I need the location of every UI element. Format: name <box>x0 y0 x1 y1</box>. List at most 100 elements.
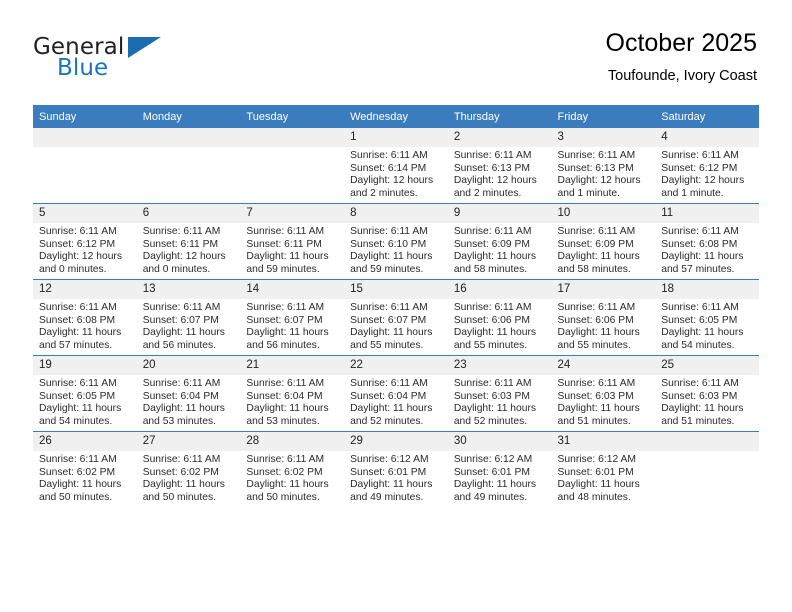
day-number: 14 <box>240 280 345 299</box>
day-number: 18 <box>655 280 759 299</box>
calendar-grid: Sunday Monday Tuesday Wednesday Thursday… <box>33 105 759 507</box>
daylight-text-line1: Daylight: 12 hours <box>350 175 434 187</box>
general-blue-logo[interactable]: General Blue <box>33 34 243 88</box>
calendar-day-cell[interactable]: 23 Sunrise: 6:11 AM Sunset: 6:03 PM Dayligh… <box>447 355 552 432</box>
weekday-header-thursday: Thursday <box>447 105 552 128</box>
daylight-text-line1: Daylight: 11 hours <box>557 327 640 339</box>
calendar-day-cell[interactable]: 13 Sunrise: 6:11 AM Sunset: 6:07 PM Dayligh… <box>136 279 241 356</box>
calendar-day-cell-empty <box>136 128 241 204</box>
calendar-day-cell[interactable]: 2 Sunrise: 6:11 AM Sunset: 6:13 PM Daylight… <box>447 128 552 204</box>
calendar-day-cell[interactable]: 20 Sunrise: 6:11 AM Sunset: 6:04 PM Dayligh… <box>136 355 241 432</box>
calendar-day-cell[interactable]: 19 Sunrise: 6:11 AM Sunset: 6:05 PM Dayligh… <box>33 355 137 432</box>
calendar-day-cell[interactable]: 9 Sunrise: 6:11 AM Sunset: 6:09 PM Daylight… <box>447 203 552 280</box>
calendar-day-cell[interactable]: 26 Sunrise: 6:11 AM Sunset: 6:02 PM Dayligh… <box>33 431 137 507</box>
sunrise-text: Sunrise: 6:11 AM <box>246 226 325 237</box>
calendar-day-cell[interactable]: 12 Sunrise: 6:11 AM Sunset: 6:08 PM Dayligh… <box>33 279 137 356</box>
weekday-header-friday: Friday <box>551 105 656 128</box>
calendar-day-cell[interactable]: 18 Sunrise: 6:11 AM Sunset: 6:05 PM Dayligh… <box>655 279 759 356</box>
calendar-body: 1 Sunrise: 6:11 AM Sunset: 6:14 PM Daylight… <box>33 128 759 507</box>
calendar-day-cell[interactable]: 16 Sunrise: 6:11 AM Sunset: 6:06 PM Dayligh… <box>447 279 552 356</box>
daylight-text-line2: and 59 minutes. <box>350 263 424 275</box>
sunrise-text: Sunrise: 6:11 AM <box>661 302 739 313</box>
daylight-text-line2: and 51 minutes. <box>557 415 631 427</box>
sunset-text: Sunset: 6:01 PM <box>350 466 427 478</box>
day-number: 22 <box>344 356 448 375</box>
daylight-text-line2: and 1 minute. <box>557 187 620 199</box>
day-number <box>240 128 345 147</box>
daylight-text-line2: and 56 minutes. <box>246 339 320 351</box>
calendar-day-cell[interactable]: 1 Sunrise: 6:11 AM Sunset: 6:14 PM Daylight… <box>344 128 448 204</box>
day-info: Sunrise: 6:11 AM Sunset: 6:03 PM Daylight:… <box>448 375 552 428</box>
calendar-day-cell[interactable]: 10 Sunrise: 6:11 AM Sunset: 6:09 PM Dayligh… <box>551 203 656 280</box>
sunset-text: Sunset: 6:03 PM <box>557 390 634 402</box>
sunset-text: Sunset: 6:12 PM <box>661 162 738 174</box>
day-number: 13 <box>136 280 241 299</box>
daylight-text-line1: Daylight: 11 hours <box>350 327 433 339</box>
day-info: Sunrise: 6:11 AM Sunset: 6:04 PM Daylight:… <box>344 375 448 428</box>
daylight-text-line2: and 49 minutes. <box>350 491 424 503</box>
day-info: Sunrise: 6:11 AM Sunset: 6:08 PM Daylight:… <box>655 223 759 276</box>
sunset-text: Sunset: 6:06 PM <box>557 314 634 326</box>
calendar-day-cell[interactable]: 27 Sunrise: 6:11 AM Sunset: 6:02 PM Dayligh… <box>136 431 241 507</box>
calendar-day-cell[interactable]: 7 Sunrise: 6:11 AM Sunset: 6:11 PM Daylight… <box>240 203 345 280</box>
sunrise-text: Sunrise: 6:11 AM <box>39 302 117 313</box>
day-number: 5 <box>33 204 137 223</box>
daylight-text-line2: and 0 minutes. <box>39 263 107 275</box>
daylight-text-line1: Daylight: 11 hours <box>453 479 537 491</box>
day-info: Sunrise: 6:11 AM Sunset: 6:02 PM Daylight:… <box>240 451 344 504</box>
sunrise-text: Sunrise: 6:11 AM <box>661 378 739 389</box>
daylight-text-line1: Daylight: 11 hours <box>661 403 744 415</box>
calendar-day-cell[interactable]: 3 Sunrise: 6:11 AM Sunset: 6:13 PM Daylight… <box>551 128 656 204</box>
calendar-day-cell[interactable]: 29 Sunrise: 6:12 AM Sunset: 6:01 PM Dayligh… <box>344 431 448 507</box>
calendar-day-cell[interactable]: 21 Sunrise: 6:11 AM Sunset: 6:04 PM Dayligh… <box>240 355 345 432</box>
calendar-day-cell[interactable]: 8 Sunrise: 6:11 AM Sunset: 6:10 PM Daylight… <box>344 203 448 280</box>
calendar-day-cell[interactable]: 11 Sunrise: 6:11 AM Sunset: 6:08 PM Dayligh… <box>655 203 759 280</box>
daylight-text-line2: and 54 minutes. <box>39 415 113 427</box>
daylight-text-line2: and 58 minutes. <box>453 263 528 275</box>
day-info: Sunrise: 6:11 AM Sunset: 6:12 PM Daylight:… <box>655 147 759 200</box>
daylight-text-line1: Daylight: 11 hours <box>142 327 225 339</box>
day-info: Sunrise: 6:11 AM Sunset: 6:05 PM Daylight:… <box>655 299 759 352</box>
calendar-day-cell[interactable]: 14 Sunrise: 6:11 AM Sunset: 6:07 PM Dayligh… <box>240 279 345 356</box>
calendar-day-cell[interactable]: 22 Sunrise: 6:11 AM Sunset: 6:04 PM Dayligh… <box>344 355 448 432</box>
day-info: Sunrise: 6:11 AM Sunset: 6:06 PM Daylight:… <box>448 299 552 352</box>
calendar-week-row: 19 Sunrise: 6:11 AM Sunset: 6:05 PM Dayligh… <box>33 355 759 432</box>
calendar-day-cell[interactable]: 28 Sunrise: 6:11 AM Sunset: 6:02 PM Dayligh… <box>240 431 345 507</box>
daylight-text-line2: and 48 minutes. <box>557 491 631 503</box>
calendar-day-cell[interactable]: 6 Sunrise: 6:11 AM Sunset: 6:11 PM Daylight… <box>136 203 241 280</box>
day-number: 11 <box>655 204 759 223</box>
day-number: 16 <box>447 280 552 299</box>
calendar-day-cell[interactable]: 17 Sunrise: 6:11 AM Sunset: 6:06 PM Dayligh… <box>551 279 656 356</box>
daylight-text-line1: Daylight: 12 hours <box>142 251 226 263</box>
calendar-day-cell-empty <box>33 128 137 204</box>
daylight-text-line2: and 55 minutes. <box>453 339 528 351</box>
calendar-day-cell[interactable]: 5 Sunrise: 6:11 AM Sunset: 6:12 PM Daylight… <box>33 203 137 280</box>
daylight-text-line2: and 52 minutes. <box>350 415 424 427</box>
day-info: Sunrise: 6:11 AM Sunset: 6:11 PM Daylight:… <box>137 223 241 276</box>
day-number: 23 <box>447 356 552 375</box>
daylight-text-line1: Daylight: 11 hours <box>142 403 225 415</box>
calendar-day-cell[interactable]: 30 Sunrise: 6:12 AM Sunset: 6:01 PM Dayligh… <box>447 431 552 507</box>
calendar-day-cell[interactable]: 24 Sunrise: 6:11 AM Sunset: 6:03 PM Dayligh… <box>551 355 656 432</box>
sunset-text: Sunset: 6:02 PM <box>39 466 116 478</box>
daylight-text-line2: and 54 minutes. <box>661 339 735 351</box>
sunset-text: Sunset: 6:09 PM <box>453 238 530 250</box>
page-subtitle: Toufounde, Ivory Coast <box>607 68 757 84</box>
day-info: Sunrise: 6:11 AM Sunset: 6:04 PM Daylight:… <box>240 375 344 428</box>
calendar-day-cell[interactable]: 31 Sunrise: 6:12 AM Sunset: 6:01 PM Dayligh… <box>551 431 656 507</box>
sunrise-text: Sunrise: 6:11 AM <box>246 378 325 389</box>
calendar-day-cell[interactable]: 25 Sunrise: 6:11 AM Sunset: 6:03 PM Dayligh… <box>655 355 759 432</box>
daylight-text-line1: Daylight: 11 hours <box>246 403 329 415</box>
daylight-text-line2: and 57 minutes. <box>39 339 113 351</box>
sunrise-text: Sunrise: 6:11 AM <box>557 150 636 161</box>
calendar-day-cell[interactable]: 15 Sunrise: 6:11 AM Sunset: 6:07 PM Dayligh… <box>344 279 448 356</box>
calendar-day-cell[interactable]: 4 Sunrise: 6:11 AM Sunset: 6:12 PM Daylight… <box>655 128 759 204</box>
sunset-text: Sunset: 6:04 PM <box>350 390 427 402</box>
sunset-text: Sunset: 6:02 PM <box>142 466 219 478</box>
day-number: 31 <box>551 432 656 451</box>
daylight-text-line2: and 52 minutes. <box>453 415 528 427</box>
sunset-text: Sunset: 6:03 PM <box>453 390 530 402</box>
daylight-text-line2: and 56 minutes. <box>142 339 216 351</box>
calendar-header-row: Sunday Monday Tuesday Wednesday Thursday… <box>33 105 759 128</box>
day-info: Sunrise: 6:11 AM Sunset: 6:12 PM Daylight:… <box>33 223 137 276</box>
